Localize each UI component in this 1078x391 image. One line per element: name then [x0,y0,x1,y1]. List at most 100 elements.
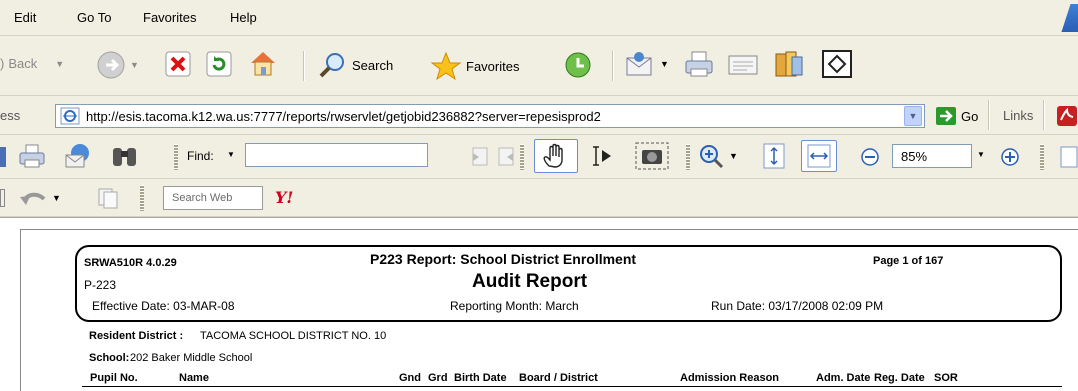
menu-go-to[interactable]: Go To [77,10,111,25]
zoom-in-tool-button[interactable]: ▼ [697,142,738,170]
menu-edit[interactable]: Edit [14,10,36,25]
column-header-grd: Grd [428,372,448,384]
back-button[interactable]: ) Back ▼ [0,56,64,71]
email-pdf-button[interactable] [63,142,93,170]
undo-dropdown-icon[interactable]: ▼ [52,193,61,203]
column-header-board-district: Board / District [519,372,598,384]
go-arrow-icon [936,107,956,125]
undo-button[interactable]: ▼ [18,187,61,209]
binoculars-icon [113,148,136,166]
zoom-level-input[interactable]: 85% [892,144,972,168]
search-label: Search [352,57,394,73]
find-label: Find: [187,149,214,163]
adobe-pdf-icon[interactable] [1056,105,1078,127]
find-next-icon[interactable] [496,145,518,167]
save-icon[interactable] [0,147,6,167]
column-header-reg-date: Reg. Date [874,372,925,384]
undo-arrow-icon [20,192,46,205]
messenger-icon [822,50,852,78]
search-icon [319,53,344,78]
favorites-star-icon [430,51,462,81]
toolbar-separator [1043,100,1045,130]
mail-button[interactable]: ▼ [624,50,669,78]
toolbar-separator [612,51,614,81]
forward-dropdown-icon[interactable]: ▼ [130,60,139,70]
history-icon [565,52,591,78]
go-label: Go [961,108,979,124]
find-previous-icon[interactable] [468,145,490,167]
effective-date: Effective Date: 03-MAR-08 [92,299,235,313]
toolbar-grip[interactable] [1040,144,1044,170]
print-icon [19,144,45,168]
fit-page-icon[interactable] [761,142,787,170]
run-date: Run Date: 03/17/2008 02:09 PM [711,299,884,313]
fit-width-button[interactable] [801,140,837,172]
toolbar-edge-icon [0,189,5,207]
copy-page-icon[interactable] [96,186,120,210]
history-button[interactable] [562,50,594,80]
find-input[interactable] [245,143,428,167]
research-button[interactable] [772,49,806,79]
windows-logo-icon [1061,4,1078,32]
ie-page-icon [60,107,80,125]
mail-dropdown-icon[interactable]: ▼ [660,59,669,69]
favorites-button[interactable]: Favorites [430,51,519,81]
select-text-icon[interactable] [588,144,618,168]
zoom-tool-dropdown-icon[interactable]: ▼ [729,151,738,161]
forward-button[interactable]: ▼ [96,50,139,80]
toolbar-grip[interactable] [686,144,690,170]
pdf-toolbar: Find: ▼ ▼ 85% ▼ [0,135,1078,179]
column-header-pupil-no: Pupil No. [90,372,138,384]
print-icon [685,51,713,77]
column-header-birth-date: Birth Date [454,372,507,384]
standard-toolbar: ) Back ▼ ▼ Search Favorites ▼ [0,36,1078,96]
address-input[interactable]: http://esis.tacoma.k12.wa.us:7777/report… [55,104,925,128]
search-web-input[interactable]: Search Web [163,186,263,210]
resident-district-label: Resident District : [89,330,184,342]
menu-favorites[interactable]: Favorites [143,10,196,25]
edit-icon [728,55,758,75]
address-label: ess [0,108,21,123]
toolbar-separator [303,51,305,81]
page-layout-icon[interactable] [1058,145,1078,169]
edit-button[interactable] [726,50,760,78]
messenger-button[interactable] [821,49,853,79]
report-subtitle: Audit Report [472,271,588,292]
hand-icon [543,143,563,168]
zoom-in-icon[interactable] [1000,147,1020,167]
zoom-out-icon[interactable] [860,147,880,167]
toolbar-grip[interactable] [140,185,144,211]
snapshot-camera-icon[interactable] [634,141,670,171]
links-button[interactable]: Links [1003,108,1033,123]
search-pdf-button[interactable] [110,143,140,169]
search-button[interactable]: Search [318,51,393,79]
home-button[interactable] [248,49,278,77]
favorites-label: Favorites [466,58,520,74]
go-button[interactable]: Go [935,106,978,126]
toolbar-grip[interactable] [174,144,178,170]
toolbar-grip[interactable] [520,144,524,170]
menu-help[interactable]: Help [230,10,257,25]
refresh-button[interactable] [206,51,232,77]
address-url: http://esis.tacoma.k12.wa.us:7777/report… [86,109,601,124]
print-button[interactable] [683,50,715,78]
home-icon [251,52,275,76]
toolbar-separator [988,100,990,130]
column-header-gnd: Gnd [399,372,421,384]
email-globe-icon [65,144,89,168]
column-header-name: Name [179,372,209,384]
hand-tool-button[interactable] [534,139,578,173]
address-dropdown-icon[interactable]: ▼ [904,106,922,126]
page-info: Page 1 of 167 [873,255,944,267]
column-header-sor: SOR [934,372,958,384]
zoom-magnifier-icon [700,145,724,169]
search-toolbar: ▼ Search Web Y! [0,179,1078,217]
yahoo-logo-icon[interactable]: Y! [275,188,293,207]
form-code: P-223 [84,278,117,292]
reporting-month: Reporting Month: March [450,299,579,313]
print-pdf-button[interactable] [18,143,46,169]
find-dropdown-icon[interactable]: ▼ [227,150,235,159]
zoom-dropdown-icon[interactable]: ▼ [977,150,985,159]
stop-button[interactable] [165,51,191,77]
back-dropdown-icon[interactable]: ▼ [55,59,64,69]
